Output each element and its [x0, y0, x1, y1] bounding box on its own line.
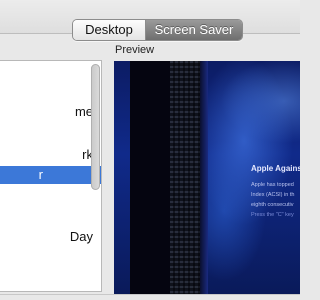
news-line: Index (ACSI) in th [251, 192, 295, 198]
screen-saver-preview: Apple Agains Apple has topped Index (ACS… [114, 61, 300, 294]
preview-edge-column [200, 61, 208, 294]
list-item[interactable]: me [0, 103, 101, 121]
tab-desktop[interactable]: Desktop [73, 20, 146, 40]
preview-grid-column [170, 61, 200, 294]
screen-saver-list[interactable]: me rk r Day [0, 60, 102, 292]
preview-dark-column [130, 61, 170, 294]
tab-segmented-control: Desktop Screen Saver [72, 19, 243, 41]
news-line: eighth consecutiv [251, 202, 294, 208]
tab-screen-saver[interactable]: Screen Saver [146, 20, 242, 40]
news-line: Apple has topped [251, 182, 294, 188]
preview-label: Preview [115, 44, 155, 56]
news-headline: Apple Agains [251, 164, 300, 173]
list-item[interactable]: Day [0, 228, 101, 246]
news-hint: Press the "C" key [251, 212, 294, 218]
list-scrollbar[interactable] [91, 64, 100, 190]
bottom-divider [0, 294, 300, 295]
list-item-label: Day [69, 229, 93, 244]
list-item-selected[interactable]: r [0, 166, 101, 184]
list-item-label: r [38, 167, 43, 182]
list-item[interactable]: rk [0, 146, 101, 164]
